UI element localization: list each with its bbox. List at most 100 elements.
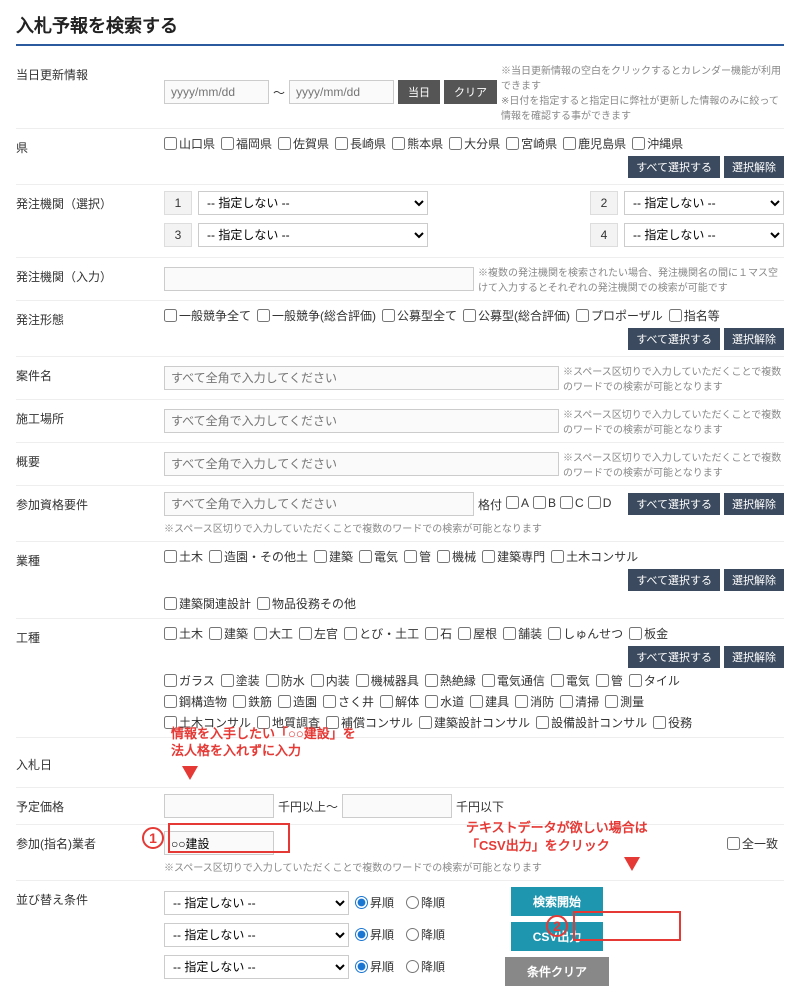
agency-select-3[interactable]: -- 指定しない -- bbox=[198, 223, 428, 247]
work-checkbox[interactable] bbox=[551, 674, 564, 687]
btn-today[interactable]: 当日 bbox=[398, 80, 440, 104]
ordertype-item[interactable]: 公募型(総合評価) bbox=[463, 307, 570, 324]
work-item[interactable]: タイル bbox=[629, 672, 680, 689]
pref-checkbox[interactable] bbox=[563, 137, 576, 150]
work-item[interactable]: 防水 bbox=[266, 672, 305, 689]
grade-item[interactable]: C bbox=[560, 496, 584, 510]
ordertype-item[interactable]: 公募型全て bbox=[382, 307, 457, 324]
work-checkbox[interactable] bbox=[299, 627, 312, 640]
work-checkbox[interactable] bbox=[419, 716, 432, 729]
ordertype-item[interactable]: 指名等 bbox=[669, 307, 720, 324]
work-checkbox[interactable] bbox=[266, 674, 279, 687]
sort3-desc[interactable]: 降順 bbox=[406, 958, 445, 975]
work-checkbox[interactable] bbox=[425, 674, 438, 687]
btn-csv[interactable]: CSV出力 bbox=[511, 922, 604, 951]
industry-item[interactable]: 建築 bbox=[314, 548, 353, 565]
ordertype-checkbox[interactable] bbox=[257, 309, 270, 322]
ordertype-item[interactable]: 一般競争(総合評価) bbox=[257, 307, 376, 324]
work-item[interactable]: 造園 bbox=[278, 693, 317, 710]
pref-item[interactable]: 福岡県 bbox=[221, 135, 272, 152]
work-checkbox[interactable] bbox=[278, 695, 291, 708]
work-item[interactable]: とび・土工 bbox=[344, 625, 419, 642]
pref-item[interactable]: 大分県 bbox=[449, 135, 500, 152]
industry-item[interactable]: 土木コンサル bbox=[551, 548, 638, 565]
grade-item[interactable]: B bbox=[533, 496, 556, 510]
pref-item[interactable]: 佐賀県 bbox=[278, 135, 329, 152]
work-item[interactable]: 消防 bbox=[515, 693, 554, 710]
work-checkbox[interactable] bbox=[221, 674, 234, 687]
pref-checkbox[interactable] bbox=[278, 137, 291, 150]
work-checkbox[interactable] bbox=[560, 695, 573, 708]
ordertype-select-all[interactable]: すべて選択する bbox=[628, 328, 720, 350]
btn-cond-clear[interactable]: 条件クリア bbox=[505, 957, 609, 986]
pref-checkbox[interactable] bbox=[449, 137, 462, 150]
ordertype-checkbox[interactable] bbox=[576, 309, 589, 322]
work-checkbox[interactable] bbox=[425, 695, 438, 708]
btn-grade-clear[interactable]: 選択解除 bbox=[724, 493, 784, 515]
work-checkbox[interactable] bbox=[254, 627, 267, 640]
sort2-asc[interactable]: 昇順 bbox=[355, 926, 394, 943]
industry-checkbox[interactable] bbox=[359, 550, 372, 563]
match-all-checkbox[interactable] bbox=[727, 837, 740, 850]
pref-item[interactable]: 鹿児島県 bbox=[563, 135, 626, 152]
industry-item[interactable]: 建築専門 bbox=[482, 548, 545, 565]
work-item[interactable]: 解体 bbox=[380, 693, 419, 710]
btn-grade-all[interactable]: すべて選択する bbox=[628, 493, 720, 515]
industry-checkbox[interactable] bbox=[314, 550, 327, 563]
ordertype-checkbox[interactable] bbox=[164, 309, 177, 322]
pref-item[interactable]: 長崎県 bbox=[335, 135, 386, 152]
industry-select-all[interactable]: すべて選択する bbox=[628, 569, 720, 591]
match-all-label[interactable]: 全一致 bbox=[727, 835, 778, 852]
pref-item[interactable]: 山口県 bbox=[164, 135, 215, 152]
agency-select-1[interactable]: -- 指定しない -- bbox=[198, 191, 428, 215]
btn-search[interactable]: 検索開始 bbox=[511, 887, 603, 916]
grade-checkbox[interactable] bbox=[560, 496, 573, 509]
pref-checkbox[interactable] bbox=[632, 137, 645, 150]
work-item[interactable]: 石 bbox=[425, 625, 452, 642]
work-item[interactable]: 熱絶縁 bbox=[425, 672, 476, 689]
ordertype-deselect[interactable]: 選択解除 bbox=[724, 328, 784, 350]
work-checkbox[interactable] bbox=[503, 627, 516, 640]
agency-select-4[interactable]: -- 指定しない -- bbox=[624, 223, 784, 247]
work-checkbox[interactable] bbox=[470, 695, 483, 708]
work-item[interactable]: 鉄筋 bbox=[233, 693, 272, 710]
sort-select-1[interactable]: -- 指定しない -- bbox=[164, 891, 349, 915]
work-item[interactable]: 舗装 bbox=[503, 625, 542, 642]
pref-checkbox[interactable] bbox=[392, 137, 405, 150]
sort-select-3[interactable]: -- 指定しない -- bbox=[164, 955, 349, 979]
industry-checkbox[interactable] bbox=[164, 550, 177, 563]
work-checkbox[interactable] bbox=[425, 627, 438, 640]
work-item[interactable]: 塗装 bbox=[221, 672, 260, 689]
price-to[interactable] bbox=[342, 794, 452, 818]
ordertype-item[interactable]: 一般競争全て bbox=[164, 307, 251, 324]
work-item[interactable]: 清掃 bbox=[560, 693, 599, 710]
industry-checkbox[interactable] bbox=[404, 550, 417, 563]
industry-checkbox[interactable] bbox=[164, 597, 177, 610]
summary-input[interactable] bbox=[164, 452, 559, 476]
work-checkbox[interactable] bbox=[515, 695, 528, 708]
case-name-input[interactable] bbox=[164, 366, 559, 390]
industry-checkbox[interactable] bbox=[482, 550, 495, 563]
pref-deselect[interactable]: 選択解除 bbox=[724, 156, 784, 178]
grade-checkbox[interactable] bbox=[506, 496, 519, 509]
grade-checkbox[interactable] bbox=[588, 496, 601, 509]
work-item[interactable]: 土木コンサル bbox=[164, 714, 251, 731]
work-checkbox[interactable] bbox=[164, 695, 177, 708]
work-deselect[interactable]: 選択解除 bbox=[724, 646, 784, 668]
pref-item[interactable]: 熊本県 bbox=[392, 135, 443, 152]
industry-item[interactable]: 物品役務その他 bbox=[257, 595, 356, 612]
pref-item[interactable]: 宮崎県 bbox=[506, 135, 557, 152]
industry-checkbox[interactable] bbox=[551, 550, 564, 563]
work-checkbox[interactable] bbox=[458, 627, 471, 640]
sort3-asc[interactable]: 昇順 bbox=[355, 958, 394, 975]
work-item[interactable]: 左官 bbox=[299, 625, 338, 642]
grade-item[interactable]: D bbox=[588, 496, 612, 510]
pref-checkbox[interactable] bbox=[164, 137, 177, 150]
pref-checkbox[interactable] bbox=[506, 137, 519, 150]
work-checkbox[interactable] bbox=[209, 627, 222, 640]
work-item[interactable]: 機械器具 bbox=[356, 672, 419, 689]
work-item[interactable]: 建築 bbox=[209, 625, 248, 642]
work-item[interactable]: 鋼構造物 bbox=[164, 693, 227, 710]
pref-select-all[interactable]: すべて選択する bbox=[628, 156, 720, 178]
work-item[interactable]: 水道 bbox=[425, 693, 464, 710]
